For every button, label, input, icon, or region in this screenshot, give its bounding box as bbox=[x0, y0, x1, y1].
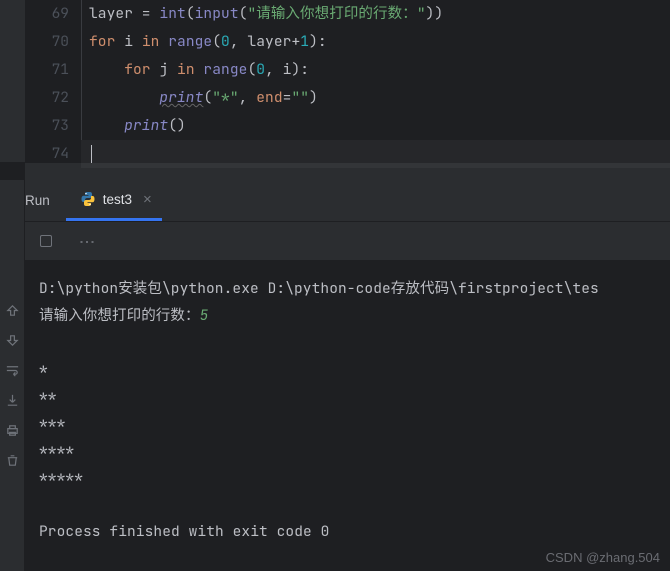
indent-guide bbox=[81, 0, 82, 140]
run-tab-bar: Run test3 × bbox=[25, 180, 670, 222]
run-tab-label: test3 bbox=[103, 192, 132, 207]
wrap-icon[interactable] bbox=[4, 362, 20, 378]
line-number: 73 bbox=[25, 112, 69, 140]
console-command: D:\python安装包\python.exe D:\python-code存放… bbox=[39, 279, 599, 298]
run-panel: Run test3 × ⋮ D:\python安装包\python.exe D:… bbox=[25, 180, 670, 545]
download-icon[interactable] bbox=[4, 392, 20, 408]
trash-icon[interactable] bbox=[4, 452, 20, 468]
code-line[interactable]: for j in range(0, i): bbox=[81, 56, 670, 84]
run-tab[interactable]: test3 × bbox=[66, 180, 162, 221]
run-toolbar: ⋮ bbox=[25, 222, 670, 261]
console-user-input: 5 bbox=[200, 306, 209, 325]
code-line[interactable]: for i in range(0, layer+1): bbox=[81, 28, 670, 56]
line-number-gutter: 69 70 71 72 73 74 bbox=[25, 0, 81, 162]
arrow-up-icon[interactable] bbox=[4, 302, 20, 318]
stop-button[interactable] bbox=[37, 232, 55, 250]
python-file-icon bbox=[80, 191, 96, 207]
line-number: 74 bbox=[25, 140, 69, 168]
text-caret bbox=[91, 145, 92, 163]
console-line: * bbox=[39, 360, 48, 379]
console-output[interactable]: D:\python安装包\python.exe D:\python-code存放… bbox=[25, 261, 670, 545]
line-number: 71 bbox=[25, 56, 69, 84]
code-editor[interactable]: 69 70 71 72 73 74 layer = int(input("请输入… bbox=[0, 0, 670, 162]
code-line[interactable]: print("*", end="") bbox=[81, 84, 670, 112]
code-line[interactable]: print() bbox=[81, 112, 670, 140]
code-content[interactable]: layer = int(input("请输入你想打印的行数：")) for i … bbox=[81, 0, 670, 162]
close-icon[interactable]: × bbox=[143, 191, 152, 208]
run-toolwindow-label[interactable]: Run bbox=[25, 180, 60, 221]
more-actions-icon[interactable]: ⋮ bbox=[77, 234, 98, 249]
console-line: *** bbox=[39, 414, 65, 433]
line-number: 69 bbox=[25, 0, 69, 28]
code-line[interactable]: layer = int(input("请输入你想打印的行数：")) bbox=[81, 0, 670, 28]
console-prompt: 请输入你想打印的行数： bbox=[39, 306, 200, 325]
line-number: 70 bbox=[25, 28, 69, 56]
print-icon[interactable] bbox=[4, 422, 20, 438]
console-exit-message: Process finished with exit code 0 bbox=[39, 522, 329, 541]
line-number: 72 bbox=[25, 84, 69, 112]
console-line: ***** bbox=[39, 468, 83, 487]
console-line: ** bbox=[39, 387, 57, 406]
arrow-down-icon[interactable] bbox=[4, 332, 20, 348]
watermark-text: CSDN @zhang.504 bbox=[546, 550, 660, 565]
left-tool-strip bbox=[0, 180, 25, 571]
stop-icon bbox=[40, 235, 52, 247]
code-line-active[interactable] bbox=[81, 140, 670, 168]
console-line: **** bbox=[39, 441, 74, 460]
